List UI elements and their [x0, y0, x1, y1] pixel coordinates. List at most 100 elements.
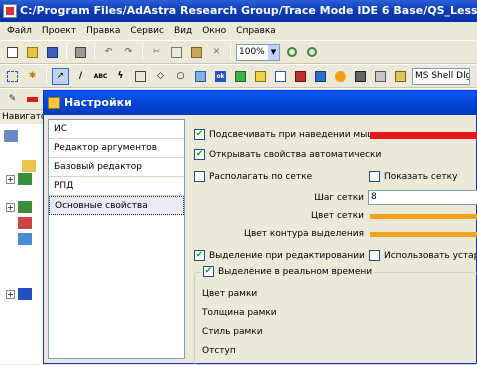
indicator-icon[interactable]	[292, 68, 309, 85]
use-obsolete-checkbox[interactable]	[369, 250, 380, 261]
chart-icon[interactable]	[272, 68, 289, 85]
toolbar-separator	[142, 44, 143, 60]
run-icon[interactable]: ✱	[24, 68, 41, 85]
menu-view[interactable]: Вид	[169, 26, 197, 36]
app-title: C:/Program Files/AdAstra Research Group/…	[20, 4, 477, 17]
app-title-bar[interactable]: C:/Program Files/AdAstra Research Group/…	[0, 0, 477, 22]
open-props-auto-label: Открывать свойства автоматически	[209, 149, 382, 160]
selection-outline-color-label: Цвет контура выделения	[243, 229, 364, 239]
navigator-panel: Навигато + + +	[0, 110, 44, 364]
realtime-selection-caption: ✔ Выделение в реальном времени	[201, 266, 375, 277]
folder-icon	[22, 160, 36, 172]
delete-icon[interactable]: ✕	[208, 44, 225, 61]
zoom-select[interactable]: 100% ▼	[236, 43, 280, 61]
image-icon[interactable]	[192, 68, 209, 85]
pointer-icon[interactable]: ➚	[52, 67, 69, 85]
settings-icon	[48, 97, 60, 109]
settings-dialog: Настройки ИС Редактор аргументов Базовый…	[43, 90, 477, 365]
zoom-out-icon[interactable]	[303, 44, 320, 61]
paste-icon[interactable]	[188, 44, 205, 61]
realtime-selection-checkbox[interactable]: ✔	[203, 266, 214, 277]
project-icon	[4, 130, 18, 142]
trend-icon[interactable]	[232, 68, 249, 85]
zoom-in-icon[interactable]	[283, 44, 300, 61]
text-tool-icon[interactable]: ABC	[92, 68, 109, 85]
selection-outline-color-swatch[interactable]	[370, 232, 477, 237]
realtime-selection-group	[194, 272, 477, 365]
app-icon	[3, 4, 17, 18]
save-icon[interactable]	[44, 44, 61, 61]
toolbar-separator	[94, 44, 95, 60]
frame-style-label: Стиль рамки	[202, 327, 263, 337]
dialog-title: Настройки	[64, 96, 132, 109]
alarm-icon[interactable]	[332, 68, 349, 85]
realtime-selection-label: Выделение в реальном времени	[218, 266, 373, 277]
lock-icon[interactable]	[392, 68, 409, 85]
grid-color-swatch[interactable]	[370, 214, 477, 219]
gauge-icon[interactable]	[252, 68, 269, 85]
menu-project[interactable]: Проект	[37, 26, 81, 36]
menu-service[interactable]: Сервис	[125, 26, 169, 36]
tree-expand-toggle[interactable]: +	[6, 203, 15, 212]
frame-color-label: Цвет рамки	[202, 289, 258, 299]
pen-icon[interactable]: ✎	[4, 91, 21, 108]
zoom-value: 100%	[239, 46, 265, 57]
polyline-icon[interactable]: ϟ	[112, 68, 129, 85]
grid-step-label: Шаг сетки	[314, 193, 364, 203]
font-select[interactable]: MS Shell Dlg	[412, 67, 470, 85]
category-list: ИС Редактор аргументов Базовый редактор …	[48, 119, 185, 359]
show-grid-checkbox[interactable]	[369, 171, 380, 182]
navigator-title: Навигато	[0, 110, 43, 124]
select-region-icon[interactable]	[4, 68, 21, 85]
menu-help[interactable]: Справка	[231, 26, 281, 36]
drawing-toolbar: ✱ ➚ / ABC ϟ ◇ ○ ok MS Shell Dlg	[0, 64, 477, 88]
toolbar-separator	[66, 44, 67, 60]
redo-icon[interactable]: ↷	[120, 44, 137, 61]
toolbar-separator	[230, 44, 231, 60]
show-grid-row: Показать сетку	[369, 171, 457, 182]
properties-pane: ✔ Подсвечивать при наведении мыши ✔ Откр…	[188, 119, 477, 365]
category-rpd[interactable]: РПД	[49, 177, 184, 196]
highlight-hover-checkbox[interactable]: ✔	[194, 129, 205, 140]
snap-to-grid-checkbox[interactable]	[194, 171, 205, 182]
category-argument-editor[interactable]: Редактор аргументов	[49, 139, 184, 158]
new-file-icon[interactable]	[4, 44, 21, 61]
highlight-hover-label: Подсвечивать при наведении мыши	[209, 129, 382, 140]
node-icon	[18, 173, 32, 185]
toolbar-separator	[46, 68, 47, 84]
tree-expand-toggle[interactable]: +	[6, 290, 15, 299]
link-icon[interactable]	[372, 68, 389, 85]
line-icon[interactable]: /	[72, 68, 89, 85]
open-folder-icon[interactable]	[24, 44, 41, 61]
dialog-title-bar[interactable]: Настройки	[44, 91, 476, 115]
select-on-edit-row: ✔ Выделение при редактировании	[194, 250, 365, 261]
rectangle-icon[interactable]	[132, 68, 149, 85]
node-icon	[18, 233, 32, 245]
category-is[interactable]: ИС	[49, 120, 184, 139]
grid-step-input[interactable]: 8	[368, 190, 477, 205]
chevron-down-icon[interactable]: ▼	[268, 44, 279, 60]
menu-edit[interactable]: Правка	[81, 26, 125, 36]
polygon-icon[interactable]: ◇	[152, 68, 169, 85]
open-props-auto-checkbox[interactable]: ✔	[194, 149, 205, 160]
ok-button-icon[interactable]: ok	[212, 68, 229, 85]
copy-icon[interactable]	[168, 44, 185, 61]
menu-window[interactable]: Окно	[197, 26, 231, 36]
undo-icon[interactable]: ↶	[100, 44, 117, 61]
highlight-color-swatch[interactable]	[370, 132, 477, 139]
table-icon[interactable]	[312, 68, 329, 85]
category-main-properties[interactable]: Основные свойства	[49, 196, 184, 215]
category-base-editor[interactable]: Базовый редактор	[49, 158, 184, 177]
snap-to-grid-row: Располагать по сетке	[194, 171, 312, 182]
menu-file[interactable]: Файл	[2, 26, 37, 36]
tree-expand-toggle[interactable]: +	[6, 175, 15, 184]
cut-icon[interactable]: ✂	[148, 44, 165, 61]
fill-color-icon[interactable]	[24, 91, 41, 108]
ellipse-icon[interactable]: ○	[172, 68, 189, 85]
select-on-edit-checkbox[interactable]: ✔	[194, 250, 205, 261]
snap-to-grid-label: Располагать по сетке	[209, 171, 313, 182]
use-obsolete-label: Использовать устаревш	[384, 250, 477, 261]
print-icon[interactable]	[72, 44, 89, 61]
highlight-hover-row: ✔ Подсвечивать при наведении мыши	[194, 129, 381, 140]
camera-icon[interactable]	[352, 68, 369, 85]
